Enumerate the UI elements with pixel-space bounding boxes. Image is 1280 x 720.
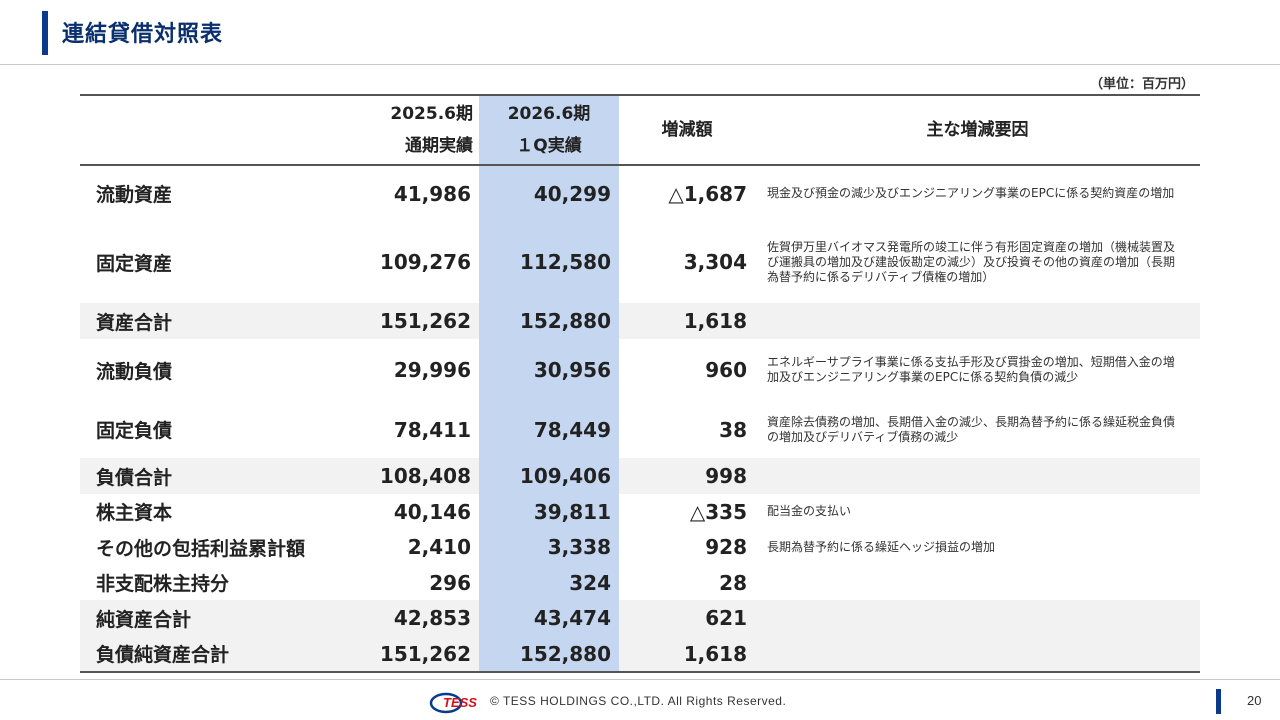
value-diff: △335 xyxy=(689,499,747,524)
table-row-accumulated-oci: その他の包括利益累計額 2,410 3,338 928 長期為替予約に係る繰延ヘ… xyxy=(80,529,1200,565)
value-2025: 296 xyxy=(429,570,471,595)
row-label: その他の包括利益累計額 xyxy=(96,537,306,560)
table-header-row: 2025.6期 通期実績 2026.6期 １Q実績 増減額 主な増減要因 xyxy=(80,94,1200,166)
table-row-fixed-assets: 固定資産 109,276 112,580 3,304 佐賀伊万里バイオマス発電所… xyxy=(80,221,1200,303)
table-row-total-assets: 資産合計 151,262 152,880 1,618 xyxy=(80,303,1200,339)
value-diff: 1,618 xyxy=(619,303,755,339)
row-label: 流動負債 xyxy=(96,360,173,383)
table-row-total-liabilities-net-assets: 負債純資産合計 151,262 152,880 1,618 xyxy=(80,636,1200,673)
row-label: 固定負債 xyxy=(96,420,173,442)
page-accent-bar xyxy=(1216,689,1221,714)
change-reason xyxy=(755,565,1200,600)
value-diff: 3,304 xyxy=(683,250,747,274)
row-label: 資産合計 xyxy=(80,303,340,339)
page-number: 20 xyxy=(1247,693,1262,708)
header-2025-line2: 通期実績 xyxy=(405,136,473,156)
title-accent-bar xyxy=(42,11,48,55)
value-2025: 78,411 xyxy=(393,417,471,442)
value-2025: 41,986 xyxy=(393,181,471,206)
table-row-total-liabilities: 負債合計 108,408 109,406 998 xyxy=(80,458,1200,494)
value-2026: 40,299 xyxy=(479,165,619,221)
header-2025-line1: 2025.6期 xyxy=(390,104,473,124)
tess-logo-text: TESS xyxy=(443,695,477,710)
row-label: 負債合計 xyxy=(80,458,340,494)
table-row-fixed-liabilities: 固定負債 78,411 78,449 38 資産除去債務の増加、長期借入金の減少… xyxy=(80,401,1200,458)
header-label-cell xyxy=(80,94,340,166)
balance-sheet-table-container: 2025.6期 通期実績 2026.6期 １Q実績 増減額 主な増減要因 流動資… xyxy=(80,94,1200,673)
value-diff: 621 xyxy=(619,600,755,636)
value-diff: 998 xyxy=(619,458,755,494)
value-diff: 960 xyxy=(705,358,747,382)
change-reason: 長期為替予約に係る繰延ヘッジ損益の増加 xyxy=(767,539,996,554)
header-2025: 2025.6期 通期実績 xyxy=(340,94,479,166)
copyright-text: © TESS HOLDINGS CO.,LTD. All Rights Rese… xyxy=(490,694,787,708)
header-2026: 2026.6期 １Q実績 xyxy=(479,94,619,166)
row-label: 流動資産 xyxy=(96,184,173,206)
value-2026: 324 xyxy=(479,565,619,600)
value-2026: 30,956 xyxy=(479,339,619,401)
header-2026-line2: １Q実績 xyxy=(516,136,582,156)
change-reason: 現金及び預金の減少及びエンジニアリング事業のEPCに係る契約資産の増加 xyxy=(767,186,1175,200)
table-row-non-controlling-interests: 非支配株主持分 296 324 28 xyxy=(80,565,1200,600)
header-diff: 増減額 xyxy=(619,94,755,166)
change-reason xyxy=(755,600,1200,636)
value-diff: 38 xyxy=(719,417,747,442)
value-2025: 2,410 xyxy=(407,535,471,559)
balance-sheet-table: 2025.6期 通期実績 2026.6期 １Q実績 増減額 主な増減要因 流動資… xyxy=(80,94,1200,673)
title-divider xyxy=(0,64,1280,65)
value-diff: △1,687 xyxy=(668,181,747,206)
row-label: 非支配株主持分 xyxy=(96,573,230,595)
value-diff: 928 xyxy=(705,535,747,559)
value-2025: 40,146 xyxy=(393,499,471,524)
change-reason xyxy=(755,303,1200,339)
value-2025: 109,276 xyxy=(379,250,471,274)
value-2026: 152,880 xyxy=(479,303,619,339)
value-2026: 3,338 xyxy=(479,529,619,565)
table-row-current-assets: 流動資産 41,986 40,299 △1,687 現金及び預金の減少及びエンジ… xyxy=(80,165,1200,221)
value-2025: 108,408 xyxy=(340,458,479,494)
row-label: 負債純資産合計 xyxy=(80,636,340,673)
change-reason: 佐賀伊万里バイオマス発電所の竣工に伴う有形固定資産の増加（機械装置及び運搬具の増… xyxy=(767,239,1176,284)
table-row-current-liabilities: 流動負債 29,996 30,956 960 エネルギーサプライ事業に係る支払手… xyxy=(80,339,1200,401)
change-reason xyxy=(755,636,1200,673)
value-2026: 78,449 xyxy=(479,401,619,458)
value-2025: 151,262 xyxy=(340,636,479,673)
header-reason: 主な増減要因 xyxy=(755,94,1200,166)
change-reason: 配当金の支払い xyxy=(767,504,852,518)
value-2025: 151,262 xyxy=(340,303,479,339)
row-label: 固定資産 xyxy=(96,252,173,275)
row-label: 純資産合計 xyxy=(80,600,340,636)
page-title: 連結貸借対照表 xyxy=(62,22,224,47)
value-diff: 1,618 xyxy=(619,636,755,673)
change-reason: 資産除去債務の増加、長期借入金の減少、長期為替予約に係る繰延税金負債の増加及びデ… xyxy=(767,414,1176,444)
value-2026: 112,580 xyxy=(479,221,619,303)
table-row-shareholders-equity: 株主資本 40,146 39,811 △335 配当金の支払い xyxy=(80,494,1200,529)
value-2025: 42,853 xyxy=(340,600,479,636)
change-reason xyxy=(755,458,1200,494)
value-2025: 29,996 xyxy=(393,358,471,382)
value-2026: 152,880 xyxy=(479,636,619,673)
unit-note: （単位：百万円） xyxy=(1089,77,1194,92)
row-label: 株主資本 xyxy=(96,502,173,524)
value-2026: 39,811 xyxy=(479,494,619,529)
tess-logo: TESS xyxy=(429,692,477,714)
value-2026: 109,406 xyxy=(479,458,619,494)
change-reason: エネルギーサプライ事業に係る支払手形及び買掛金の増加、短期借入金の増加及びエンジ… xyxy=(767,355,1175,384)
table-row-total-net-assets: 純資産合計 42,853 43,474 621 xyxy=(80,600,1200,636)
value-diff: 28 xyxy=(719,570,747,595)
value-2026: 43,474 xyxy=(479,600,619,636)
header-2026-line1: 2026.6期 xyxy=(507,104,591,124)
footer-divider xyxy=(0,679,1280,680)
